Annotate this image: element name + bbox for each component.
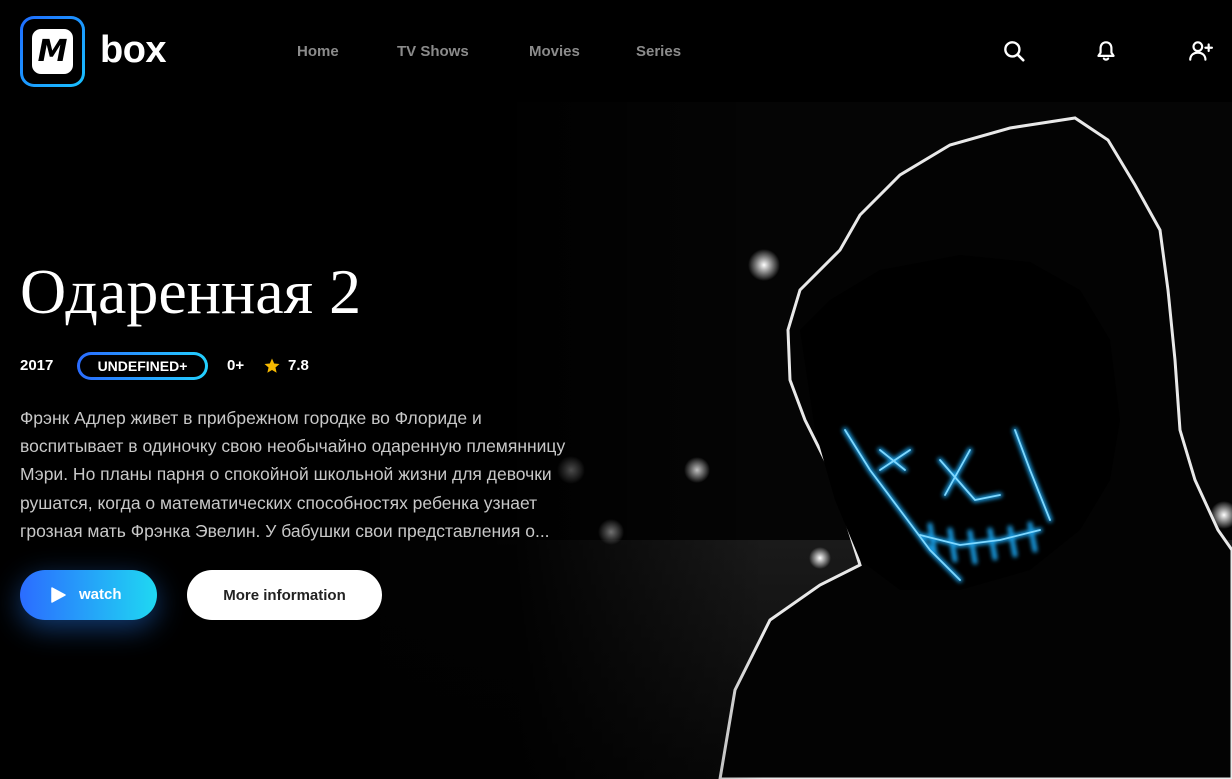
logo-letter: M [32, 29, 73, 74]
star-icon [264, 358, 280, 373]
nav-item-tv-shows[interactable]: TV Shows [397, 42, 469, 62]
content-badge-label: UNDEFINED+ [80, 355, 205, 377]
watch-button-label: watch [79, 586, 122, 603]
watch-button[interactable]: watch [20, 570, 157, 620]
imdb-rating: 7.8 [288, 357, 309, 374]
logo-frame: M [23, 19, 82, 84]
age-rating: 0+ [227, 357, 245, 374]
top-header: M box Home TV Shows Movies Series [0, 0, 1232, 102]
nav-item-movies[interactable]: Movies [529, 42, 580, 62]
movie-description: Фрэнк Адлер живет в прибрежном городке в… [20, 408, 566, 541]
release-year: 2017 [20, 357, 54, 374]
movie-title: Одаренная 2 [20, 256, 362, 327]
add-user-icon[interactable] [1187, 38, 1213, 64]
brand-name[interactable]: box [100, 26, 167, 74]
bell-icon[interactable] [1093, 38, 1119, 64]
logo[interactable]: M [20, 16, 85, 87]
more-information-button[interactable]: More information [187, 570, 382, 620]
nav-item-home[interactable]: Home [297, 42, 339, 62]
play-icon [51, 587, 66, 603]
content-badge: UNDEFINED+ [77, 352, 208, 380]
hero-background-image [0, 0, 1232, 779]
search-icon[interactable] [1001, 38, 1027, 64]
nav-item-series[interactable]: Series [636, 42, 681, 62]
